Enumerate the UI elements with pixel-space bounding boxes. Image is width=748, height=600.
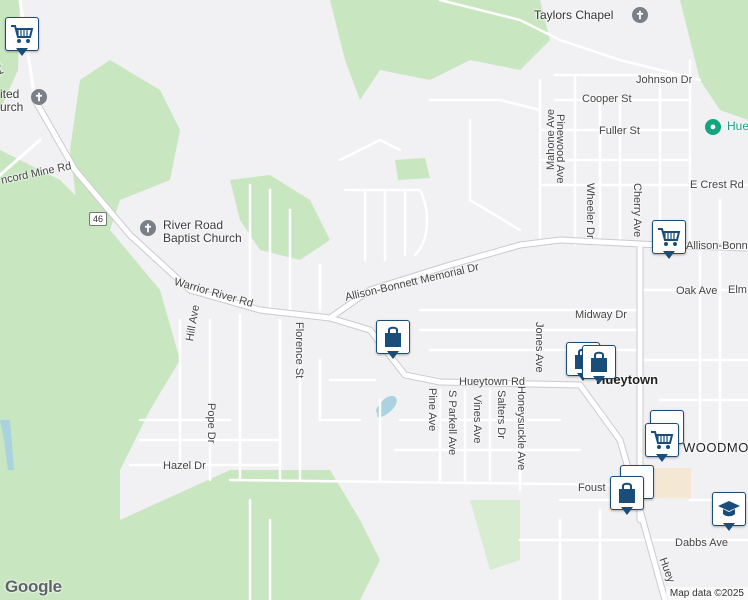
shopping-bag-icon [591, 351, 607, 372]
label-foust: Foust [578, 482, 606, 494]
label-mahone-ave: Mahone Ave [545, 109, 557, 170]
label-e-crest-rd: E Crest Rd [690, 179, 744, 191]
grocery-marker-woodmon[interactable] [645, 423, 679, 463]
label-wheeler-dr: Wheeler Dr [584, 183, 596, 239]
label-salters-dr: Salters Dr [495, 390, 507, 439]
store-icon[interactable]: ● [705, 119, 721, 135]
label-jones-ave: Jones Ave [533, 322, 545, 373]
label-pope-dr: Pope Dr [205, 403, 217, 444]
label-midway-dr: Midway Dr [575, 309, 627, 321]
label-river-road-baptist-church: River Road Baptist Church [163, 218, 242, 245]
label-hue: Hue [727, 119, 748, 133]
label-dabbs-ave: Dabbs Ave [675, 537, 729, 549]
shopping-bag-icon [619, 482, 635, 503]
church-icon[interactable]: ✝ [632, 7, 648, 23]
grocery-marker-allison[interactable] [652, 220, 686, 260]
label-hazel-dr: Hazel Dr [163, 460, 206, 472]
google-logo: Google [5, 577, 62, 596]
label-florence-st: Florence St [293, 322, 305, 379]
label-fuller-st: Fuller St [599, 125, 640, 137]
label-pine-ave: Pine Ave [426, 388, 438, 432]
shopping-marker-center[interactable] [376, 320, 410, 360]
label-honeysuckle-ave: Honeysuckle Ave [515, 386, 527, 471]
route-46-shield: 46 [89, 212, 107, 226]
shopping-marker-hueytown[interactable] [582, 345, 616, 385]
label-johnson-dr: Johnson Dr [636, 74, 693, 86]
church-icon-west[interactable]: ✝ [31, 89, 47, 105]
shopping-cart-icon [11, 25, 34, 43]
shopping-cart-icon [658, 228, 681, 246]
label-oak-ave: Oak Ave [676, 285, 718, 297]
shopping-bag-icon [385, 326, 401, 347]
label-taylors-chapel: Taylors Chapel [534, 8, 614, 22]
label-cooper-st: Cooper St [582, 93, 632, 105]
map-canvas[interactable]: Taylors Chapel ✝ Johnson Dr Cooper St Fu… [0, 0, 748, 600]
shopping-marker-foust[interactable] [610, 476, 644, 516]
label-s-parkell-ave: S Parkell Ave [446, 390, 458, 456]
school-marker[interactable] [712, 492, 746, 532]
label-woodmon: WOODMON [683, 440, 748, 455]
label-vines-ave: Vines Ave [471, 395, 483, 444]
map-attribution[interactable]: Map data ©2025 [665, 587, 748, 600]
shopping-cart-icon [651, 431, 674, 449]
label-allison-bonn: Allison-Bonn [686, 240, 748, 252]
church-icon-river-road[interactable]: ✝ [140, 220, 156, 236]
label-elm: Elm [728, 284, 747, 296]
grocery-marker-nw[interactable] [5, 17, 39, 57]
graduation-cap-icon [718, 501, 740, 517]
label-cherry-ave: Cherry Ave [631, 183, 643, 238]
label-united-church: ited urch [0, 87, 24, 114]
